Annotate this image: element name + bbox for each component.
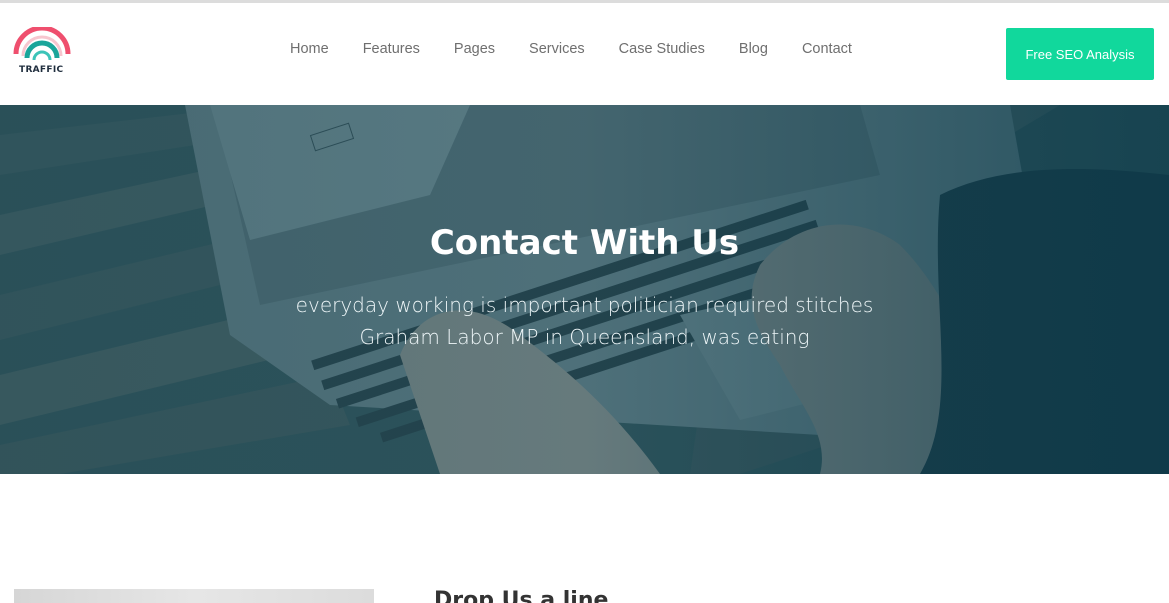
free-seo-analysis-button[interactable]: Free SEO Analysis bbox=[1006, 28, 1154, 80]
site-header: TRAFFIC Home Features Pages Services Cas… bbox=[0, 3, 1169, 105]
map-image bbox=[14, 589, 374, 603]
contact-form-title: Drop Us a line bbox=[434, 588, 609, 603]
page-title: Contact With Us bbox=[429, 223, 740, 263]
nav-item-pages[interactable]: Pages bbox=[454, 41, 495, 63]
hero-subtitle-line-1: everyday working is important politician… bbox=[295, 293, 874, 317]
hero-banner: Contact With Us everyday working is impo… bbox=[0, 105, 1169, 474]
logo-arcs-icon bbox=[13, 27, 71, 61]
nav-item-services[interactable]: Services bbox=[529, 41, 585, 63]
nav-item-features[interactable]: Features bbox=[363, 41, 420, 63]
nav-item-contact[interactable]: Contact bbox=[802, 41, 852, 63]
hero-subtitle-line-2: Graham Labor MP in Queensland, was eatin… bbox=[359, 325, 810, 349]
brand-name: TRAFFIC bbox=[19, 65, 64, 75]
nav-item-home[interactable]: Home bbox=[290, 41, 329, 63]
main-nav: Home Features Pages Services Case Studie… bbox=[290, 41, 886, 63]
brand-logo[interactable]: TRAFFIC bbox=[12, 27, 74, 77]
hero-subtitle: everyday working is important politician… bbox=[0, 289, 1169, 353]
nav-item-case-studies[interactable]: Case Studies bbox=[619, 41, 705, 63]
nav-item-blog[interactable]: Blog bbox=[739, 41, 768, 63]
